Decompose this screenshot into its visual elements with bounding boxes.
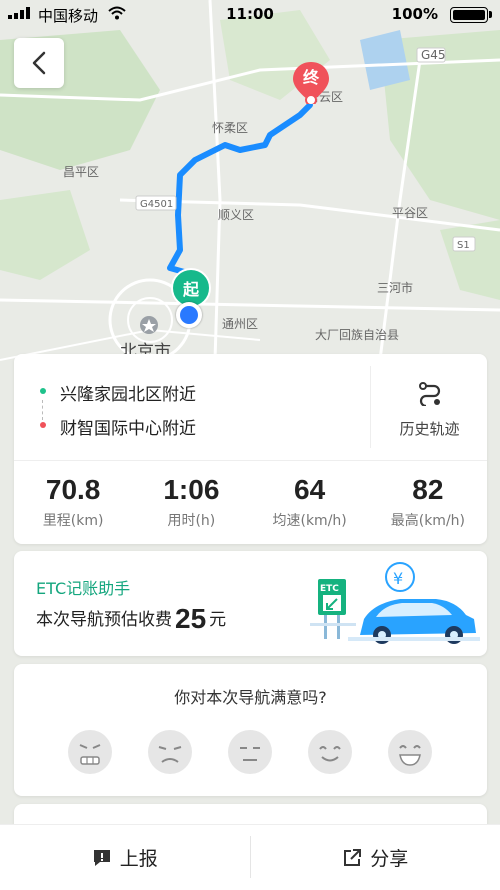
very-satisfied-icon[interactable] — [388, 730, 432, 774]
trip-stats: 70.8 里程(km) 1:06 用时(h) 64 均速(km/h) 82 最高… — [14, 460, 487, 544]
unsatisfied-icon[interactable] — [148, 730, 192, 774]
share-button[interactable]: 分享 — [251, 825, 500, 890]
stat-duration-label: 用时(h) — [132, 510, 250, 530]
map-label-pinggu: 平谷区 — [392, 206, 428, 220]
stat-max-speed-value: 82 — [369, 474, 487, 506]
map-label-changping: 昌平区 — [63, 165, 99, 179]
etc-fee-unit: 元 — [209, 610, 226, 630]
destination-text: 财智国际中心附近 — [60, 414, 196, 439]
stat-max-speed-label: 最高(km/h) — [369, 510, 487, 530]
stat-distance: 70.8 里程(km) — [14, 460, 132, 544]
etc-fee-line: 本次导航预估收费25元 — [36, 603, 226, 635]
route-history-icon — [419, 382, 441, 406]
stat-duration-value: 1:06 — [132, 474, 250, 506]
current-location-icon — [176, 302, 202, 328]
etc-car-illustration-icon: ETC ¥ — [304, 559, 484, 649]
feedback-card: 你对本次导航满意吗? — [14, 664, 487, 796]
etc-fee-amount: 25 — [175, 603, 206, 634]
etc-title: ETC记账助手 — [36, 575, 130, 599]
route-section: 兴隆家园北区附近 财智国际中心附近 历史轨迹 — [14, 354, 487, 461]
currency-symbol: ¥ — [393, 569, 403, 588]
satisfied-icon[interactable] — [308, 730, 352, 774]
stat-avg-speed: 64 均速(km/h) — [251, 460, 369, 544]
stat-distance-label: 里程(km) — [14, 510, 132, 530]
battery-percent: 100% — [392, 5, 438, 23]
map-label-tongzhou: 通州区 — [222, 317, 258, 331]
back-button[interactable] — [14, 38, 64, 88]
etc-sign-text: ETC — [320, 584, 339, 594]
stat-avg-speed-value: 64 — [251, 474, 369, 506]
status-bar: 中国移动 11:00 100% — [0, 0, 500, 30]
feedback-title: 你对本次导航满意吗? — [14, 684, 487, 708]
feedback-emojis — [68, 730, 468, 774]
report-icon — [92, 848, 112, 868]
map-label-s1: S1 — [457, 240, 470, 251]
share-label: 分享 — [370, 844, 408, 871]
stat-distance-value: 70.8 — [14, 474, 132, 506]
stat-duration: 1:06 用时(h) — [132, 460, 250, 544]
stat-avg-speed-label: 均速(km/h) — [251, 510, 369, 530]
map-label-g4501: G4501 — [140, 199, 173, 210]
map-label-shunyi: 顺义区 — [218, 208, 254, 222]
map-label-g45: G45 — [421, 48, 446, 62]
origin-dot-icon — [40, 388, 46, 394]
destination-dot-icon — [40, 422, 46, 428]
bottom-action-bar: 上报 分享 — [0, 824, 500, 890]
battery-icon — [450, 7, 488, 23]
origin-text: 兴隆家园北区附近 — [60, 380, 196, 405]
very-unsatisfied-icon[interactable] — [68, 730, 112, 774]
history-track-label: 历史轨迹 — [371, 418, 488, 439]
stat-max-speed: 82 最高(km/h) — [369, 460, 487, 544]
map-label-dachang: 大厂回族自治县 — [315, 328, 399, 342]
share-icon — [342, 848, 362, 868]
history-track-button[interactable]: 历史轨迹 — [370, 366, 488, 448]
etc-card[interactable]: ETC记账助手 本次导航预估收费25元 ETC ¥ — [14, 551, 487, 656]
report-label: 上报 — [120, 844, 158, 871]
report-button[interactable]: 上报 — [0, 825, 250, 890]
end-marker-label: 终 — [291, 64, 331, 88]
etc-fee-prefix: 本次导航预估收费 — [36, 610, 172, 630]
map-label-sanhe: 三河市 — [377, 280, 413, 295]
map-label-huairou: 怀柔区 — [212, 121, 248, 135]
neutral-icon[interactable] — [228, 730, 272, 774]
chevron-left-icon — [31, 51, 47, 75]
trip-summary-card: 兴隆家园北区附近 财智国际中心附近 历史轨迹 70.8 里程(km) 1:06 … — [14, 354, 487, 544]
route-connector — [42, 400, 44, 420]
